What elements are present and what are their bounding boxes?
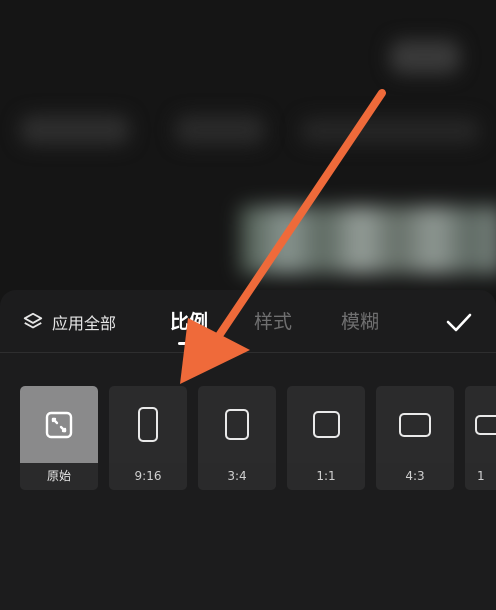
blurred-ui-element bbox=[20, 115, 130, 145]
ratio-option-label: 1:1 bbox=[287, 463, 365, 490]
panel-tab-bar: 应用全部 比例 样式 模糊 bbox=[0, 290, 496, 353]
editor-screen: 应用全部 比例 样式 模糊 原始 9:16 3:4 1:1 4:3 1 bbox=[0, 0, 496, 610]
tab-blur[interactable]: 模糊 bbox=[341, 308, 379, 336]
check-icon[interactable] bbox=[444, 307, 474, 337]
ratio-option-label: 9:16 bbox=[109, 463, 187, 490]
ratio-option-label: 3:4 bbox=[198, 463, 276, 490]
ratio-option-thumb bbox=[20, 386, 98, 463]
video-preview bbox=[0, 0, 496, 300]
blurred-ui-element bbox=[300, 118, 480, 144]
apply-all-label: 应用全部 bbox=[52, 314, 117, 333]
ratio-option-thumb bbox=[287, 386, 365, 463]
ratio-partial-icon bbox=[475, 414, 496, 435]
blurred-timeline-strip bbox=[240, 206, 496, 274]
ratio-4-3-icon bbox=[399, 412, 431, 437]
ratio-option-label: 原始 bbox=[20, 463, 98, 490]
ratio-9-16-icon bbox=[138, 407, 158, 442]
layers-icon bbox=[23, 312, 43, 329]
ratio-option-thumb bbox=[465, 386, 496, 463]
ratio-1-1-icon bbox=[312, 411, 340, 438]
ratio-option-thumb bbox=[376, 386, 454, 463]
ratio-options-list: 原始 9:16 3:4 1:1 4:3 1 bbox=[20, 386, 496, 490]
ratio-option-4-3[interactable]: 4:3 bbox=[376, 386, 454, 490]
ratio-option-label: 1 bbox=[465, 463, 496, 490]
ratio-option-partial[interactable]: 1 bbox=[465, 386, 496, 490]
crop-ratio-panel: 应用全部 比例 样式 模糊 原始 9:16 3:4 1:1 4:3 1 bbox=[0, 290, 496, 610]
blurred-ui-element bbox=[390, 40, 460, 74]
ratio-option-thumb bbox=[198, 386, 276, 463]
ratio-option-3-4[interactable]: 3:4 bbox=[198, 386, 276, 490]
apply-all-button[interactable]: 应用全部 bbox=[22, 308, 116, 336]
ratio-option-thumb bbox=[109, 386, 187, 463]
ratio-option-label: 4:3 bbox=[376, 463, 454, 490]
tab-style[interactable]: 样式 bbox=[254, 308, 292, 336]
blurred-ui-element bbox=[175, 115, 265, 145]
fit-original-icon bbox=[45, 411, 73, 438]
ratio-option-original[interactable]: 原始 bbox=[20, 386, 98, 490]
ratio-option-9-16[interactable]: 9:16 bbox=[109, 386, 187, 490]
active-tab-indicator bbox=[178, 342, 192, 345]
ratio-3-4-icon bbox=[225, 409, 249, 440]
ratio-option-1-1[interactable]: 1:1 bbox=[287, 386, 365, 490]
tab-ratio[interactable]: 比例 bbox=[170, 308, 208, 336]
